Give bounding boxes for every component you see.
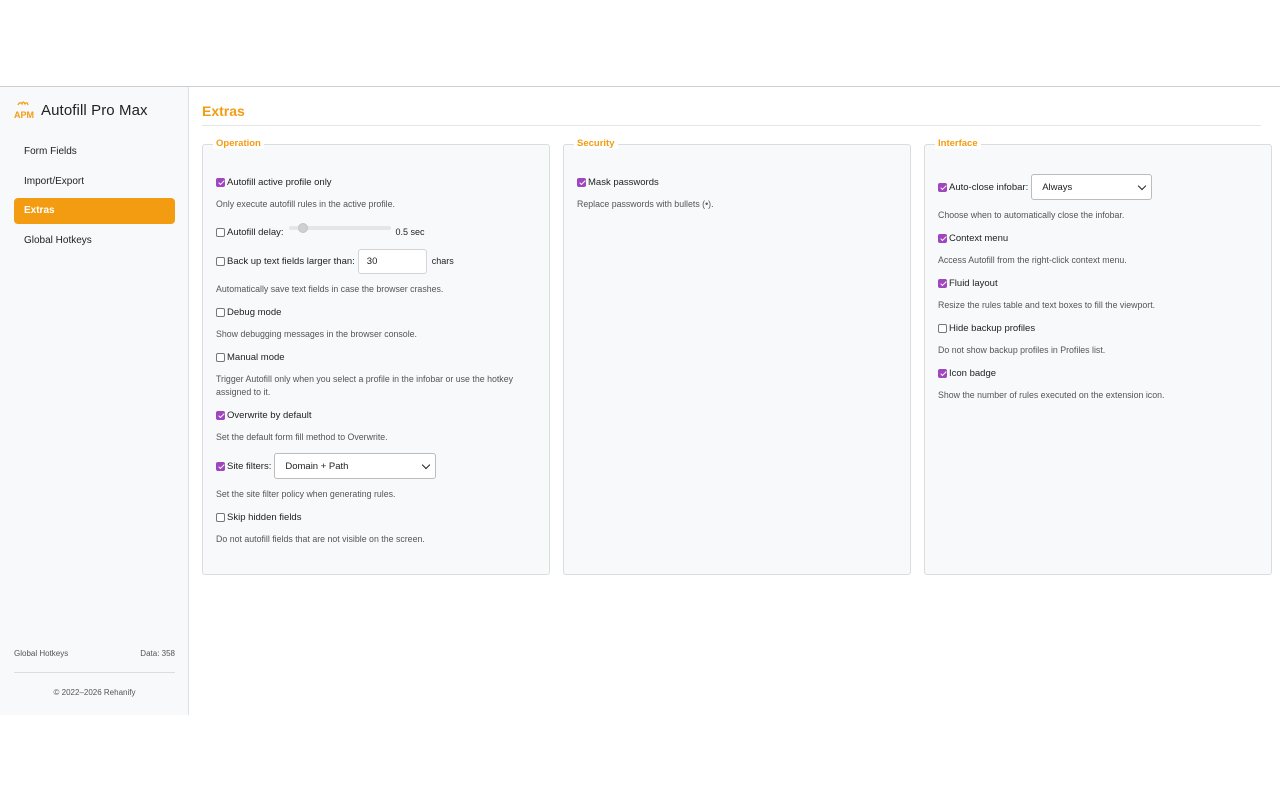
page-title: Extras <box>202 103 245 119</box>
sidebar-footer: Global Hotkeys Data: 358 <box>14 649 175 658</box>
operation-legend: Operation <box>213 138 264 149</box>
site-filters-select[interactable]: Domain + Path <box>274 453 437 479</box>
auto-close-value: Always <box>1042 181 1073 193</box>
context-menu-checkbox[interactable] <box>938 233 947 243</box>
hide-backup-desc: Do not show backup profiles in Profiles … <box>938 345 1106 355</box>
manual-checkbox[interactable] <box>216 352 225 362</box>
debug-option[interactable]: Debug mode <box>216 305 539 319</box>
interface-legend: Interface <box>935 138 981 149</box>
sidebar-item-form-fields[interactable]: Form Fields <box>14 139 175 165</box>
app-title: Autofill Pro Max <box>41 101 148 119</box>
autofill-active-desc: Only execute autofill rules in the activ… <box>216 199 395 209</box>
autofill-delay-checkbox[interactable] <box>216 227 225 237</box>
context-menu-desc: Access Autofill from the right-click con… <box>938 255 1127 265</box>
fluid-layout-checkbox[interactable] <box>938 278 947 288</box>
security-panel: Security Mask passwords Replace password… <box>563 138 911 575</box>
mask-passwords-label: Mask passwords <box>588 176 659 188</box>
autofill-active-checkbox[interactable] <box>216 177 225 187</box>
sidebar-nav: Form Fields Import/Export Extras Global … <box>14 139 175 257</box>
sidebar-item-extras[interactable]: Extras <box>14 198 175 224</box>
icon-badge-checkbox[interactable] <box>938 368 947 378</box>
copyright: © 2022–2026 Rehanify <box>53 688 136 697</box>
overwrite-checkbox[interactable] <box>216 410 225 420</box>
backup-size-input[interactable]: 30 <box>357 248 427 274</box>
chevron-down-icon <box>422 460 431 469</box>
fluid-layout-label: Fluid layout <box>949 277 998 289</box>
data-usage-label: Data: 358 <box>140 649 175 658</box>
backup-label: Back up text fields larger than: <box>227 255 355 267</box>
interface-panel: Interface Auto-close infobar: Always Cho… <box>924 138 1272 575</box>
context-menu-option[interactable]: Context menu <box>938 231 1261 245</box>
auto-close-desc: Choose when to automatically close the i… <box>938 210 1125 220</box>
app-window: APM Autofill Pro Max Form Fields Import/… <box>0 86 1280 715</box>
fluid-layout-desc: Resize the rules table and text boxes to… <box>938 300 1156 310</box>
debug-checkbox[interactable] <box>216 307 225 317</box>
sidebar: APM Autofill Pro Max Form Fields Import/… <box>0 87 189 715</box>
debug-label: Debug mode <box>227 306 282 318</box>
manual-desc: Trigger Autofill only when you select a … <box>216 374 513 397</box>
fluid-layout-option[interactable]: Fluid layout <box>938 276 1261 290</box>
backup-desc: Automatically save text fields in case t… <box>216 284 444 294</box>
site-filters-desc: Set the site filter policy when generati… <box>216 489 396 499</box>
manual-option[interactable]: Manual mode <box>216 350 539 364</box>
manual-label: Manual mode <box>227 351 285 363</box>
hide-backup-label: Hide backup profiles <box>949 322 1036 334</box>
icon-badge-option[interactable]: Icon badge <box>938 366 1261 380</box>
context-menu-label: Context menu <box>949 232 1009 244</box>
mask-passwords-checkbox[interactable] <box>577 177 586 187</box>
skip-hidden-option[interactable]: Skip hidden fields <box>216 510 539 524</box>
operation-panel: Operation Autofill active profile only O… <box>202 138 550 575</box>
mask-passwords-desc: Replace passwords with bullets (•). <box>577 199 714 209</box>
security-legend: Security <box>574 138 618 149</box>
site-filters-checkbox[interactable] <box>216 461 225 471</box>
footer-hotkeys-link[interactable]: Global Hotkeys <box>14 649 68 658</box>
site-filters-value: Domain + Path <box>285 460 349 472</box>
skip-hidden-desc: Do not autofill fields that are not visi… <box>216 534 425 544</box>
title-divider <box>202 125 1261 126</box>
backup-unit: chars <box>431 256 454 266</box>
skip-hidden-checkbox[interactable] <box>216 512 225 522</box>
autofill-delay-value: 0.5 sec <box>395 227 425 237</box>
autofill-delay-option: Autofill delay: 0.5 sec <box>216 223 539 239</box>
main-content: Extras Operation Autofill active profile… <box>189 87 1280 715</box>
icon-badge-label: Icon badge <box>949 367 997 379</box>
slider-thumb[interactable] <box>297 223 308 233</box>
sidebar-item-global-hotkeys[interactable]: Global Hotkeys <box>14 228 175 254</box>
auto-close-label: Auto-close infobar: <box>949 181 1029 193</box>
auto-close-checkbox[interactable] <box>938 182 947 192</box>
brand: APM Autofill Pro Max <box>14 99 148 121</box>
apm-logo-icon: APM <box>14 101 34 120</box>
autofill-delay-label: Autofill delay: <box>227 226 284 238</box>
overwrite-label: Overwrite by default <box>227 409 312 421</box>
skip-hidden-label: Skip hidden fields <box>227 511 302 523</box>
icon-badge-desc: Show the number of rules executed on the… <box>938 390 1165 400</box>
mask-passwords-option[interactable]: Mask passwords <box>577 175 900 189</box>
debug-desc: Show debugging messages in the browser c… <box>216 329 417 339</box>
svg-text:APM: APM <box>14 110 34 120</box>
footer-divider <box>14 672 175 673</box>
site-filters-label: Site filters: <box>227 460 272 472</box>
backup-option: Back up text fields larger than: 30 char… <box>216 248 539 274</box>
sidebar-item-import-export[interactable]: Import/Export <box>14 169 175 195</box>
overwrite-desc: Set the default form fill method to Over… <box>216 432 388 442</box>
chevron-down-icon <box>1137 181 1147 190</box>
autofill-delay-slider[interactable] <box>288 223 391 233</box>
autofill-active-option[interactable]: Autofill active profile only <box>216 175 539 189</box>
hide-backup-checkbox[interactable] <box>938 323 947 333</box>
autofill-active-label: Autofill active profile only <box>227 176 332 188</box>
backup-checkbox[interactable] <box>216 256 225 266</box>
hide-backup-option[interactable]: Hide backup profiles <box>938 321 1261 335</box>
site-filters-option: Site filters: Domain + Path <box>216 453 539 479</box>
overwrite-option[interactable]: Overwrite by default <box>216 408 539 422</box>
auto-close-option: Auto-close infobar: Always <box>938 174 1261 200</box>
auto-close-select[interactable]: Always <box>1031 174 1153 200</box>
